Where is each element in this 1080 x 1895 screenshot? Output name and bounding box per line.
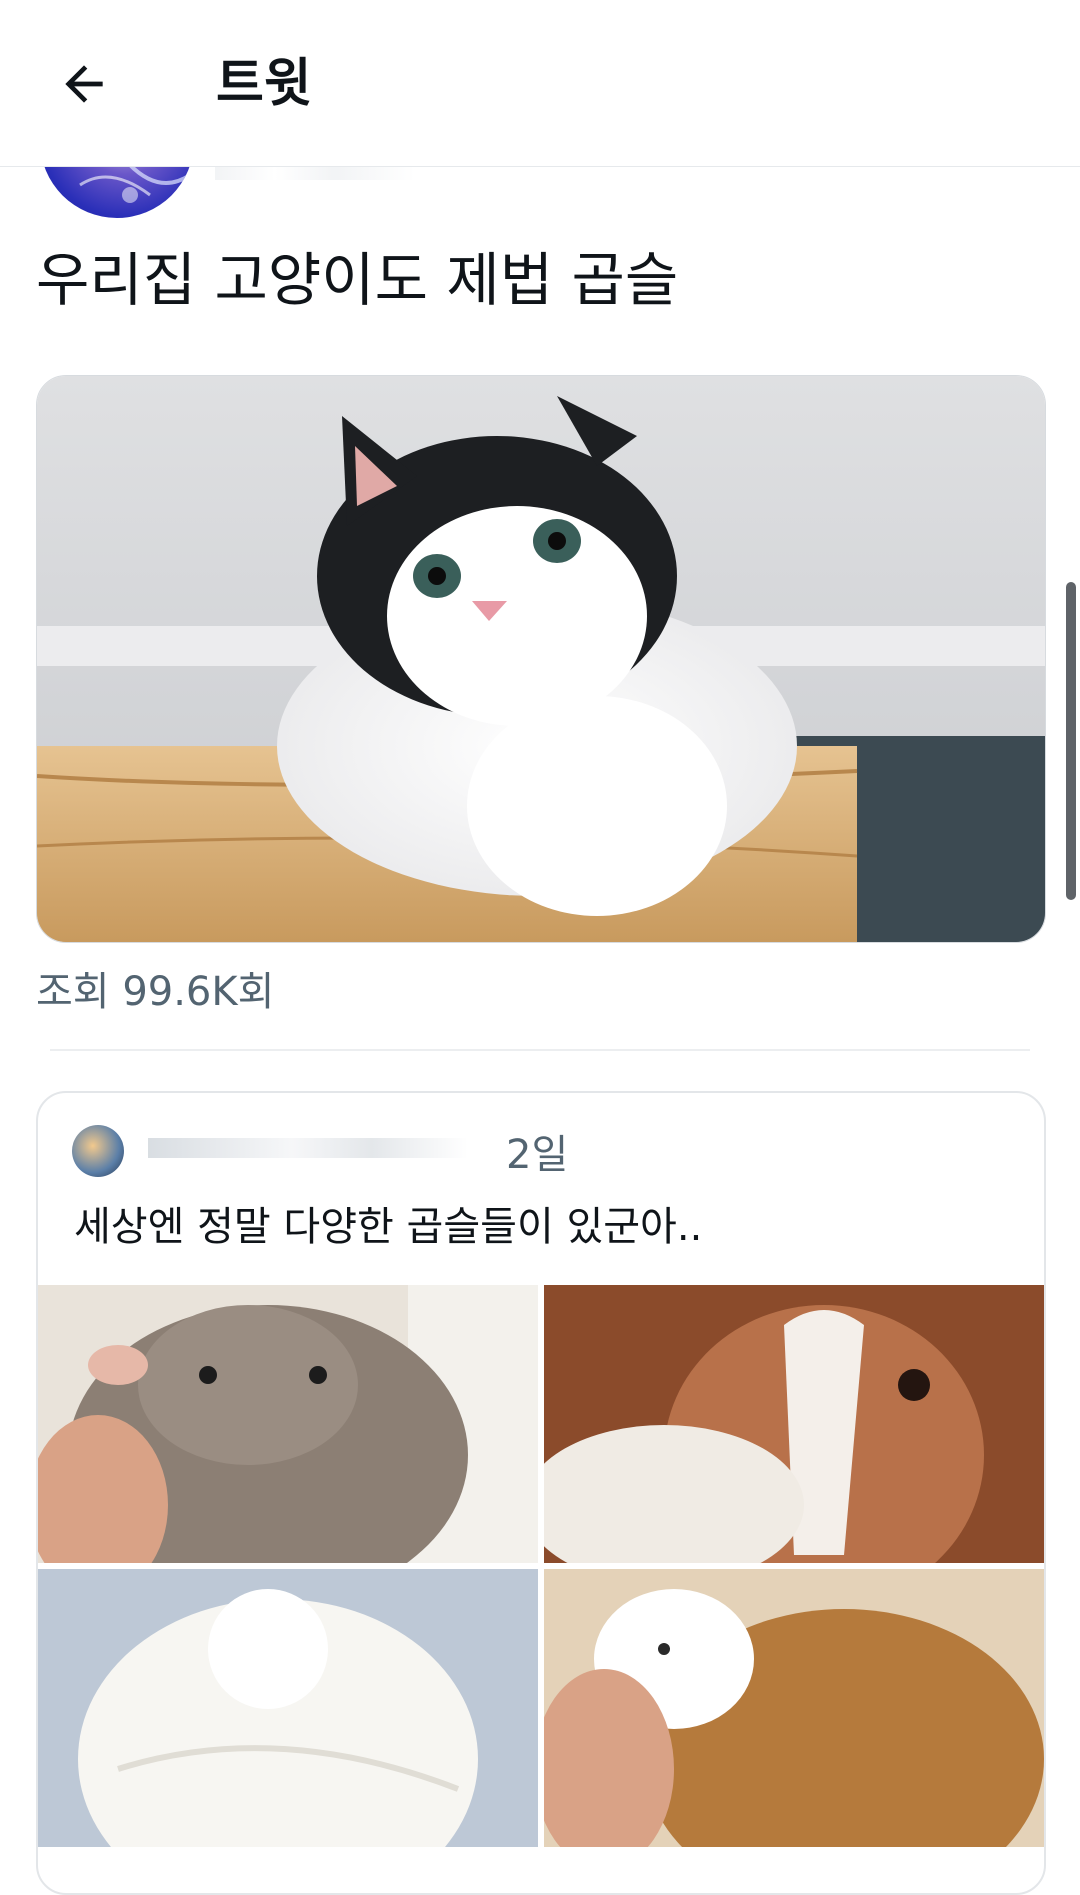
page-title: 트윗 [216, 54, 312, 114]
view-count: 조회 99.6K회 [36, 969, 275, 1015]
arrow-left-icon [65, 65, 103, 103]
quoted-tweet-card[interactable]: 2일 세상엔 정말 다양한 곱슬들이 있군아.. [36, 1091, 1046, 1895]
tweet-media-image[interactable] [36, 375, 1046, 943]
quoted-author-avatar[interactable] [72, 1125, 124, 1177]
quoted-author-name-blurred [148, 1138, 468, 1158]
top-app-bar: 트윗 [0, 0, 1080, 167]
divider [50, 1049, 1030, 1051]
quoted-media-image-4[interactable] [544, 1569, 1044, 1847]
quoted-tweet-time: 2일 [506, 1132, 569, 1178]
back-button[interactable] [52, 52, 116, 116]
quoted-media-image-2[interactable] [544, 1285, 1044, 1563]
quoted-media-image-3[interactable] [38, 1569, 538, 1847]
tweet-text: 우리집 고양이도 제법 곱슬 [36, 246, 679, 314]
quoted-media-image-1[interactable] [38, 1285, 538, 1563]
quoted-tweet-text: 세상엔 정말 다양한 곱슬들이 있군아.. [74, 1204, 703, 1250]
author-name-blurred [215, 166, 415, 180]
scrollbar-thumb[interactable] [1066, 582, 1076, 900]
